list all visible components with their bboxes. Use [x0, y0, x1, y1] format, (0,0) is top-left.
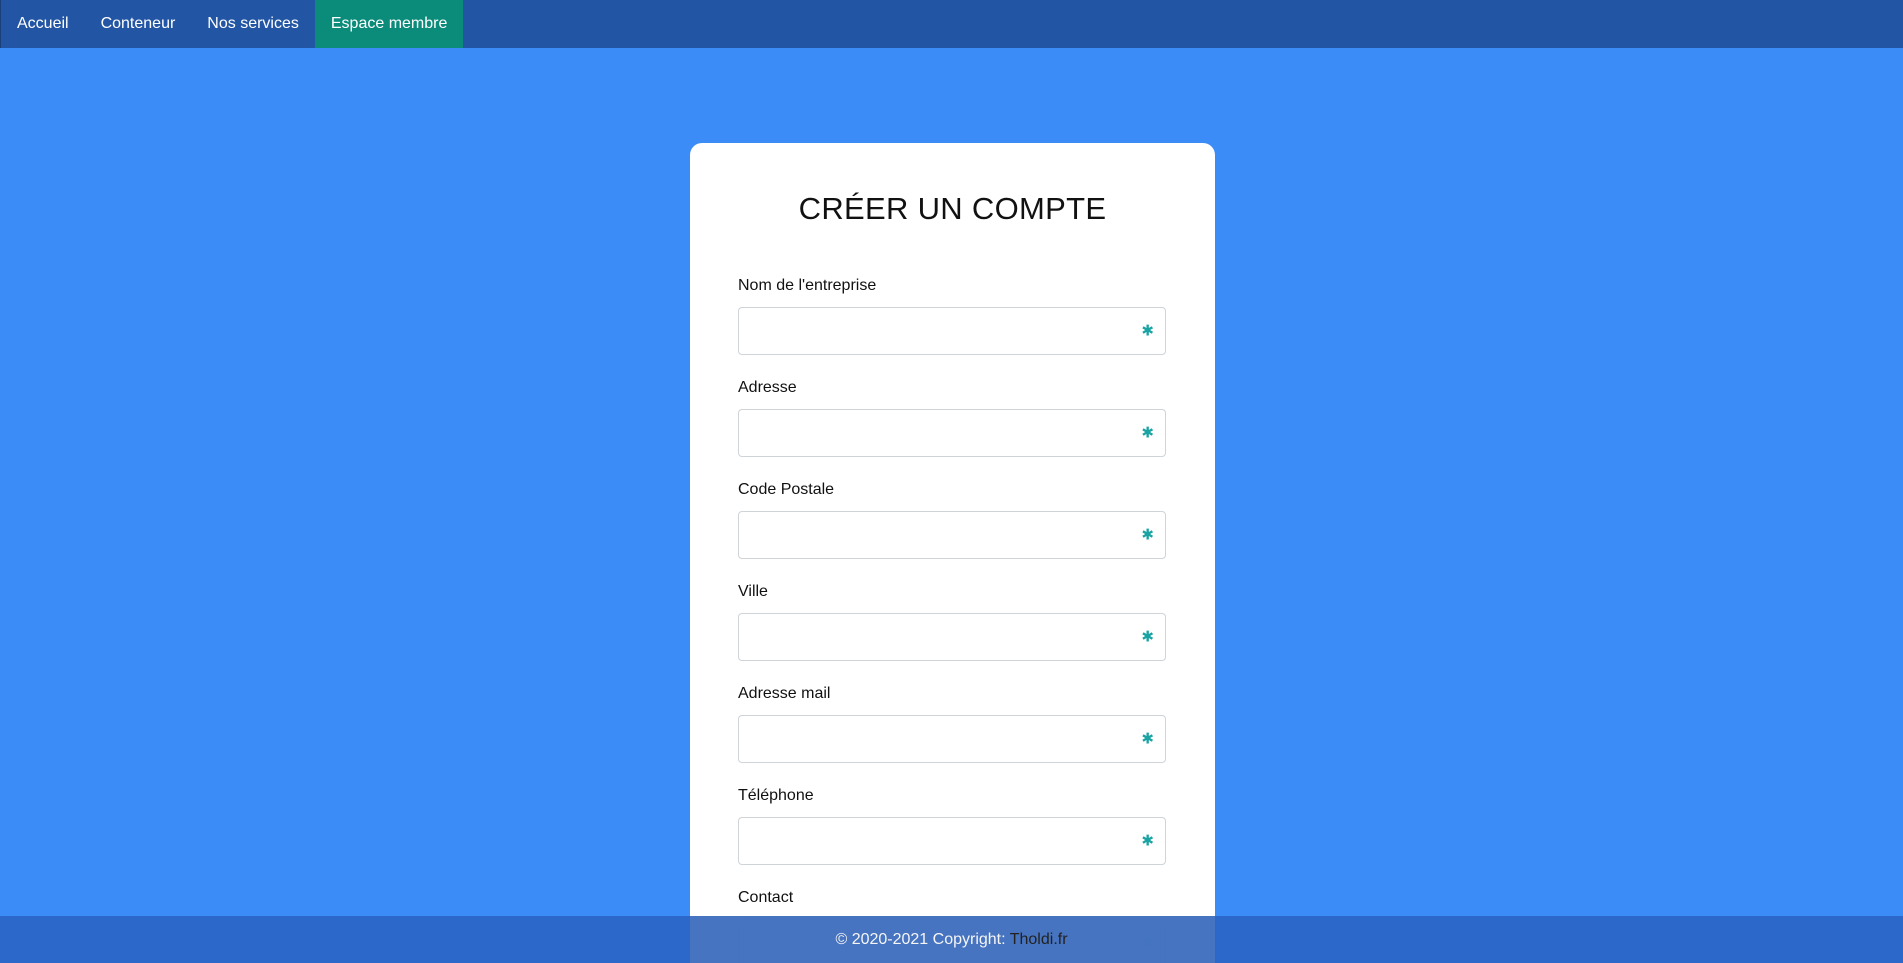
phone-wrap: ✱: [738, 817, 1166, 865]
required-asterisk-icon: ✱: [1141, 322, 1154, 340]
address-input[interactable]: [738, 409, 1166, 457]
nav-item-nos-services[interactable]: Nos services: [191, 0, 315, 48]
signup-card: CRÉER UN COMPTE Nom de l'entreprise ✱ Ad…: [690, 143, 1215, 963]
phone-label: Téléphone: [738, 787, 814, 804]
company-name-input[interactable]: [738, 307, 1166, 355]
postal-code-label: Code Postale: [738, 481, 835, 498]
phone-input[interactable]: [738, 817, 1166, 865]
page-title: CRÉER UN COMPTE: [798, 191, 1107, 226]
field-city: Ville ✱: [738, 583, 1167, 661]
required-asterisk-icon: ✱: [1141, 730, 1154, 748]
city-input[interactable]: [738, 613, 1166, 661]
address-wrap: ✱: [738, 409, 1166, 457]
footer-copyright-text: © 2020-2021 Copyright:: [835, 930, 1006, 948]
footer-site-link[interactable]: Tholdi.fr: [1010, 931, 1068, 948]
field-postal-code: Code Postale ✱: [738, 481, 1167, 559]
field-phone: Téléphone ✱: [738, 787, 1167, 865]
postal-code-input[interactable]: [738, 511, 1166, 559]
page-footer: © 2020-2021 Copyright: Tholdi.fr: [0, 916, 1903, 963]
postal-code-wrap: ✱: [738, 511, 1166, 559]
email-input[interactable]: [738, 715, 1166, 763]
nav-item-espace-membre[interactable]: Espace membre: [314, 0, 464, 48]
field-company-name: Nom de l'entreprise ✱: [738, 277, 1167, 355]
required-asterisk-icon: ✱: [1141, 628, 1154, 646]
company-name-wrap: ✱: [738, 307, 1166, 355]
required-asterisk-icon: ✱: [1141, 832, 1154, 850]
contact-label: Contact: [738, 889, 794, 906]
field-email: Adresse mail ✱: [738, 685, 1167, 763]
email-wrap: ✱: [738, 715, 1166, 763]
nav-item-accueil[interactable]: Accueil: [1, 0, 85, 48]
top-navbar: Accueil Conteneur Nos services Espace me…: [0, 0, 1903, 48]
nav-item-conteneur[interactable]: Conteneur: [85, 0, 192, 48]
company-name-label: Nom de l'entreprise: [738, 277, 877, 294]
city-label: Ville: [738, 583, 768, 600]
field-address: Adresse ✱: [738, 379, 1167, 457]
required-asterisk-icon: ✱: [1141, 424, 1154, 442]
city-wrap: ✱: [738, 613, 1166, 661]
footer-copyright: © 2020-2021 Copyright: Tholdi.fr: [835, 931, 1067, 949]
required-asterisk-icon: ✱: [1141, 526, 1154, 544]
address-label: Adresse: [738, 379, 797, 396]
email-label: Adresse mail: [738, 685, 831, 702]
